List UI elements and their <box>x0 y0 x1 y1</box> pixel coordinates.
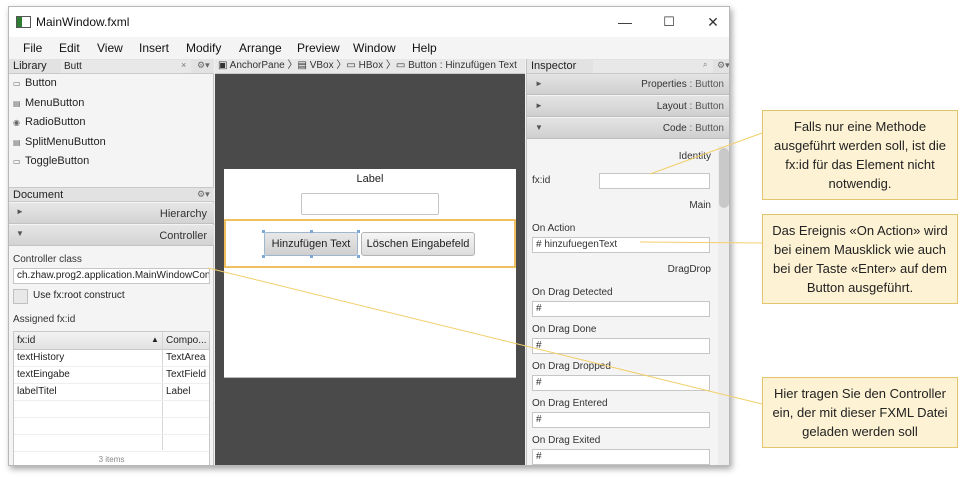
leader-line <box>207 267 763 405</box>
callout-controller: Hier tragen Sie den Controller ein, der … <box>762 377 958 448</box>
leader-line <box>649 132 763 175</box>
callout-on-action: Das Ereignis «On Action» wird bei einem … <box>762 214 958 304</box>
callout-fxid: Falls nur eine Methode ausgeführt werden… <box>762 110 958 200</box>
leader-line <box>639 241 763 244</box>
